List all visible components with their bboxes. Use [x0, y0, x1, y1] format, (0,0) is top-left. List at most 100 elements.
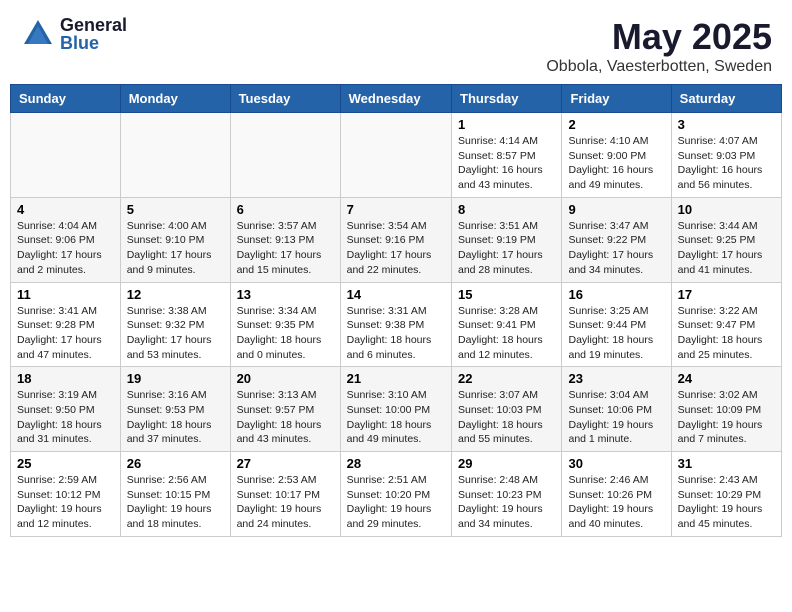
- day-of-week-header: Tuesday: [230, 85, 340, 113]
- logo-blue: Blue: [60, 34, 127, 52]
- day-number: 5: [127, 202, 224, 217]
- calendar-cell: [230, 113, 340, 198]
- day-info: Sunrise: 4:14 AM Sunset: 8:57 PM Dayligh…: [458, 134, 555, 193]
- day-number: 30: [568, 456, 664, 471]
- day-number: 22: [458, 371, 555, 386]
- day-info: Sunrise: 3:54 AM Sunset: 9:16 PM Dayligh…: [347, 219, 445, 278]
- day-info: Sunrise: 4:00 AM Sunset: 9:10 PM Dayligh…: [127, 219, 224, 278]
- day-info: Sunrise: 3:31 AM Sunset: 9:38 PM Dayligh…: [347, 304, 445, 363]
- calendar-cell: 9 Sunrise: 3:47 AM Sunset: 9:22 PM Daylig…: [562, 197, 671, 282]
- day-info: Sunrise: 3:57 AM Sunset: 9:13 PM Dayligh…: [237, 219, 334, 278]
- day-number: 15: [458, 287, 555, 302]
- day-number: 21: [347, 371, 445, 386]
- calendar-cell: 27Sunrise: 2:53 AM Sunset: 10:17 PM Dayl…: [230, 452, 340, 537]
- calendar-cell: 25Sunrise: 2:59 AM Sunset: 10:12 PM Dayl…: [11, 452, 121, 537]
- calendar-body: 1Sunrise: 4:14 AM Sunset: 8:57 PM Daylig…: [11, 113, 782, 537]
- calendar-cell: 24Sunrise: 3:02 AM Sunset: 10:09 PM Dayl…: [671, 367, 781, 452]
- calendar-cell: 15Sunrise: 3:28 AM Sunset: 9:41 PM Dayli…: [452, 282, 562, 367]
- day-number: 29: [458, 456, 555, 471]
- day-number: 2: [568, 117, 664, 132]
- calendar-cell: 20Sunrise: 3:13 AM Sunset: 9:57 PM Dayli…: [230, 367, 340, 452]
- day-info: Sunrise: 3:22 AM Sunset: 9:47 PM Dayligh…: [678, 304, 775, 363]
- calendar-cell: [11, 113, 121, 198]
- day-info: Sunrise: 3:51 AM Sunset: 9:19 PM Dayligh…: [458, 219, 555, 278]
- page-header: General Blue May 2025 Obbola, Vaesterbot…: [0, 0, 792, 84]
- day-number: 16: [568, 287, 664, 302]
- day-of-week-header: Thursday: [452, 85, 562, 113]
- calendar-cell: 6 Sunrise: 3:57 AM Sunset: 9:13 PM Daylig…: [230, 197, 340, 282]
- month-title: May 2025: [546, 16, 772, 58]
- day-number: 7: [347, 202, 445, 217]
- day-number: 28: [347, 456, 445, 471]
- calendar-cell: [120, 113, 230, 198]
- day-info: Sunrise: 2:51 AM Sunset: 10:20 PM Daylig…: [347, 473, 445, 532]
- calendar-header: SundayMondayTuesdayWednesdayThursdayFrid…: [11, 85, 782, 113]
- calendar-cell: 30Sunrise: 2:46 AM Sunset: 10:26 PM Dayl…: [562, 452, 671, 537]
- calendar-week-row: 11Sunrise: 3:41 AM Sunset: 9:28 PM Dayli…: [11, 282, 782, 367]
- day-number: 10: [678, 202, 775, 217]
- day-of-week-header: Monday: [120, 85, 230, 113]
- calendar-cell: 4Sunrise: 4:04 AM Sunset: 9:06 PM Daylig…: [11, 197, 121, 282]
- day-info: Sunrise: 3:25 AM Sunset: 9:44 PM Dayligh…: [568, 304, 664, 363]
- day-info: Sunrise: 2:53 AM Sunset: 10:17 PM Daylig…: [237, 473, 334, 532]
- logo-icon: [20, 16, 56, 52]
- day-number: 18: [17, 371, 114, 386]
- day-info: Sunrise: 3:41 AM Sunset: 9:28 PM Dayligh…: [17, 304, 114, 363]
- day-info: Sunrise: 3:07 AM Sunset: 10:03 PM Daylig…: [458, 388, 555, 447]
- calendar-wrapper: SundayMondayTuesdayWednesdayThursdayFrid…: [0, 84, 792, 547]
- calendar-week-row: 1Sunrise: 4:14 AM Sunset: 8:57 PM Daylig…: [11, 113, 782, 198]
- calendar-cell: 10 Sunrise: 3:44 AM Sunset: 9:25 PM Dayli…: [671, 197, 781, 282]
- logo-general: General: [60, 16, 127, 34]
- day-number: 19: [127, 371, 224, 386]
- day-info: Sunrise: 3:47 AM Sunset: 9:22 PM Dayligh…: [568, 219, 664, 278]
- calendar-cell: 26 Sunrise: 2:56 AM Sunset: 10:15 PM Dayl…: [120, 452, 230, 537]
- day-info: Sunrise: 2:56 AM Sunset: 10:15 PM Daylig…: [127, 473, 224, 532]
- calendar-cell: 2 Sunrise: 4:10 AM Sunset: 9:00 PM Daylig…: [562, 113, 671, 198]
- day-number: 13: [237, 287, 334, 302]
- calendar-week-row: 18 Sunrise: 3:19 AM Sunset: 9:50 PM Dayli…: [11, 367, 782, 452]
- calendar-cell: 16 Sunrise: 3:25 AM Sunset: 9:44 PM Dayli…: [562, 282, 671, 367]
- calendar-cell: 1Sunrise: 4:14 AM Sunset: 8:57 PM Daylig…: [452, 113, 562, 198]
- calendar-cell: 29Sunrise: 2:48 AM Sunset: 10:23 PM Dayl…: [452, 452, 562, 537]
- day-info: Sunrise: 2:43 AM Sunset: 10:29 PM Daylig…: [678, 473, 775, 532]
- calendar-cell: 18 Sunrise: 3:19 AM Sunset: 9:50 PM Dayli…: [11, 367, 121, 452]
- logo-text: General Blue: [60, 16, 127, 52]
- day-info: Sunrise: 3:44 AM Sunset: 9:25 PM Dayligh…: [678, 219, 775, 278]
- day-of-week-header: Wednesday: [340, 85, 451, 113]
- calendar-cell: 28 Sunrise: 2:51 AM Sunset: 10:20 PM Dayl…: [340, 452, 451, 537]
- calendar-cell: 5 Sunrise: 4:00 AM Sunset: 9:10 PM Daylig…: [120, 197, 230, 282]
- day-info: Sunrise: 3:13 AM Sunset: 9:57 PM Dayligh…: [237, 388, 334, 447]
- day-info: Sunrise: 4:07 AM Sunset: 9:03 PM Dayligh…: [678, 134, 775, 193]
- day-info: Sunrise: 2:59 AM Sunset: 10:12 PM Daylig…: [17, 473, 114, 532]
- calendar-cell: 22 Sunrise: 3:07 AM Sunset: 10:03 PM Dayl…: [452, 367, 562, 452]
- day-info: Sunrise: 3:16 AM Sunset: 9:53 PM Dayligh…: [127, 388, 224, 447]
- calendar-cell: 21Sunrise: 3:10 AM Sunset: 10:00 PM Dayl…: [340, 367, 451, 452]
- calendar-cell: 17 Sunrise: 3:22 AM Sunset: 9:47 PM Dayli…: [671, 282, 781, 367]
- day-number: 31: [678, 456, 775, 471]
- day-number: 12: [127, 287, 224, 302]
- calendar-cell: 11Sunrise: 3:41 AM Sunset: 9:28 PM Dayli…: [11, 282, 121, 367]
- title-block: May 2025 Obbola, Vaesterbotten, Sweden: [546, 16, 772, 76]
- day-info: Sunrise: 3:38 AM Sunset: 9:32 PM Dayligh…: [127, 304, 224, 363]
- header-row: SundayMondayTuesdayWednesdayThursdayFrid…: [11, 85, 782, 113]
- calendar-table: SundayMondayTuesdayWednesdayThursdayFrid…: [10, 84, 782, 537]
- calendar-cell: 31 Sunrise: 2:43 AM Sunset: 10:29 PM Dayl…: [671, 452, 781, 537]
- calendar-cell: 19 Sunrise: 3:16 AM Sunset: 9:53 PM Dayli…: [120, 367, 230, 452]
- day-number: 14: [347, 287, 445, 302]
- day-number: 6: [237, 202, 334, 217]
- day-of-week-header: Saturday: [671, 85, 781, 113]
- day-number: 9: [568, 202, 664, 217]
- calendar-cell: 8Sunrise: 3:51 AM Sunset: 9:19 PM Daylig…: [452, 197, 562, 282]
- calendar-cell: 14 Sunrise: 3:31 AM Sunset: 9:38 PM Dayli…: [340, 282, 451, 367]
- day-number: 17: [678, 287, 775, 302]
- calendar-cell: 12 Sunrise: 3:38 AM Sunset: 9:32 PM Dayli…: [120, 282, 230, 367]
- day-info: Sunrise: 3:04 AM Sunset: 10:06 PM Daylig…: [568, 388, 664, 447]
- day-number: 4: [17, 202, 114, 217]
- day-info: Sunrise: 3:19 AM Sunset: 9:50 PM Dayligh…: [17, 388, 114, 447]
- calendar-cell: 23Sunrise: 3:04 AM Sunset: 10:06 PM Dayl…: [562, 367, 671, 452]
- day-info: Sunrise: 4:10 AM Sunset: 9:00 PM Dayligh…: [568, 134, 664, 193]
- logo: General Blue: [20, 16, 127, 52]
- day-number: 26: [127, 456, 224, 471]
- calendar-cell: 3Sunrise: 4:07 AM Sunset: 9:03 PM Daylig…: [671, 113, 781, 198]
- location: Obbola, Vaesterbotten, Sweden: [546, 58, 772, 76]
